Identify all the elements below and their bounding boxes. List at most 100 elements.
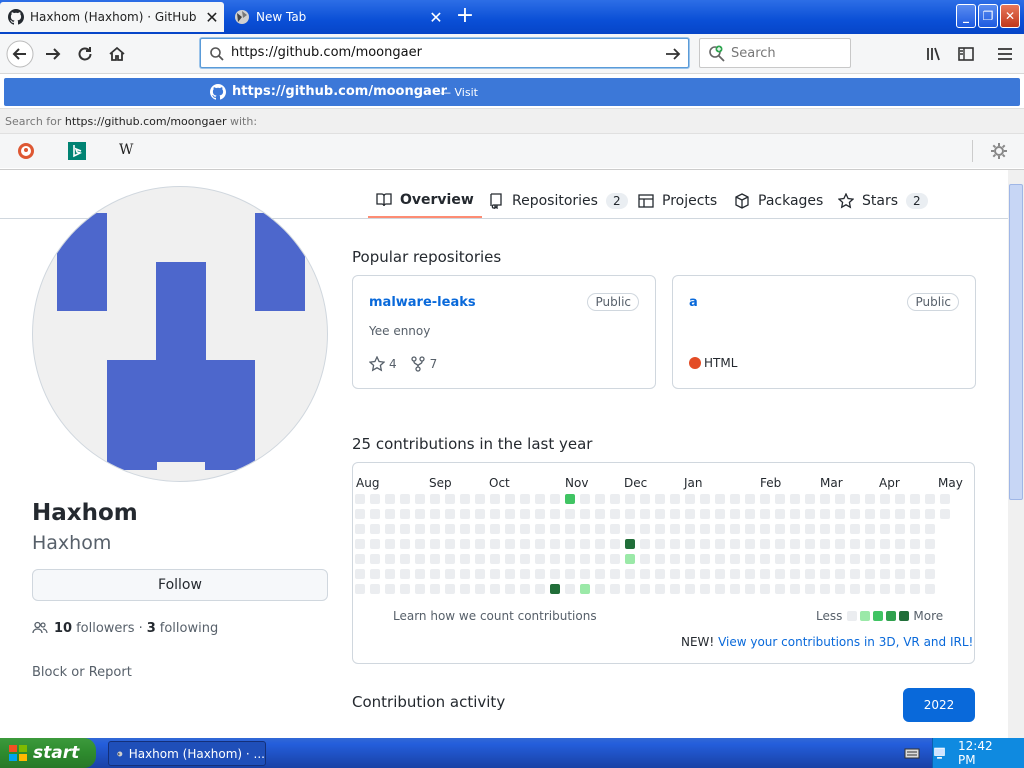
calendar-day[interactable] [730, 509, 740, 519]
calendar-day[interactable] [760, 524, 770, 534]
view-3d-link[interactable]: View your contributions in 3D, VR and IR… [718, 635, 973, 649]
back-button[interactable] [4, 38, 36, 70]
calendar-day[interactable] [385, 554, 395, 564]
year-2022-button[interactable]: 2022 [903, 688, 975, 722]
calendar-day[interactable] [655, 494, 665, 504]
calendar-day[interactable] [775, 509, 785, 519]
calendar-day[interactable] [505, 554, 515, 564]
wikipedia-icon[interactable]: W [119, 142, 137, 160]
calendar-day[interactable] [520, 584, 530, 594]
forks-link[interactable]: 7 [430, 357, 438, 371]
calendar-day[interactable] [625, 569, 635, 579]
calendar-day[interactable] [370, 509, 380, 519]
reload-button[interactable] [69, 38, 101, 70]
calendar-day[interactable] [940, 509, 950, 519]
calendar-day[interactable] [745, 539, 755, 549]
gear-icon[interactable] [990, 142, 1008, 160]
calendar-day[interactable] [565, 509, 575, 519]
calendar-day[interactable] [895, 554, 905, 564]
calendar-day[interactable] [610, 539, 620, 549]
calendar-day[interactable] [640, 524, 650, 534]
calendar-day[interactable] [910, 584, 920, 594]
calendar-day[interactable] [835, 554, 845, 564]
calendar-day[interactable] [865, 524, 875, 534]
calendar-day[interactable] [535, 539, 545, 549]
calendar-day[interactable] [460, 539, 470, 549]
calendar-day[interactable] [505, 539, 515, 549]
calendar-day[interactable] [520, 509, 530, 519]
calendar-day[interactable] [565, 524, 575, 534]
calendar-day[interactable] [775, 584, 785, 594]
calendar-day[interactable] [610, 524, 620, 534]
calendar-day[interactable] [535, 584, 545, 594]
calendar-day[interactable] [400, 554, 410, 564]
calendar-day[interactable] [610, 569, 620, 579]
repo-name-link[interactable]: a [689, 295, 698, 310]
calendar-day[interactable] [670, 554, 680, 564]
calendar-day[interactable] [595, 509, 605, 519]
calendar-day[interactable] [640, 584, 650, 594]
calendar-day[interactable] [625, 509, 635, 519]
calendar-day[interactable] [535, 524, 545, 534]
calendar-day[interactable] [580, 554, 590, 564]
clock[interactable]: 12:42 PM [958, 739, 1010, 767]
calendar-day[interactable] [685, 584, 695, 594]
bing-icon[interactable] [68, 142, 86, 160]
calendar-day[interactable] [715, 554, 725, 564]
calendar-day[interactable] [820, 494, 830, 504]
calendar-day[interactable] [460, 494, 470, 504]
calendar-day[interactable] [475, 524, 485, 534]
calendar-day[interactable] [670, 509, 680, 519]
calendar-day[interactable] [445, 509, 455, 519]
calendar-day[interactable] [550, 584, 560, 594]
scrollbar-thumb[interactable] [1009, 184, 1023, 500]
calendar-day[interactable] [865, 494, 875, 504]
calendar-day[interactable] [385, 509, 395, 519]
follow-button[interactable]: Follow [32, 569, 328, 601]
calendar-day[interactable] [370, 569, 380, 579]
calendar-day[interactable] [925, 584, 935, 594]
calendar-day[interactable] [370, 584, 380, 594]
calendar-day[interactable] [415, 554, 425, 564]
calendar-day[interactable] [685, 569, 695, 579]
calendar-day[interactable] [775, 539, 785, 549]
calendar-day[interactable] [655, 539, 665, 549]
calendar-day[interactable] [400, 584, 410, 594]
calendar-day[interactable] [925, 569, 935, 579]
calendar-day[interactable] [865, 584, 875, 594]
calendar-day[interactable] [895, 569, 905, 579]
calendar-day[interactable] [610, 509, 620, 519]
calendar-day[interactable] [715, 509, 725, 519]
calendar-day[interactable] [400, 509, 410, 519]
calendar-day[interactable] [430, 494, 440, 504]
calendar-day[interactable] [625, 539, 635, 549]
calendar-day[interactable] [715, 494, 725, 504]
calendar-day[interactable] [505, 524, 515, 534]
calendar-day[interactable] [655, 584, 665, 594]
calendar-day[interactable] [520, 494, 530, 504]
calendar-day[interactable] [460, 554, 470, 564]
calendar-day[interactable] [475, 554, 485, 564]
calendar-day[interactable] [535, 509, 545, 519]
repo-name-link[interactable]: malware-leaks [369, 295, 476, 310]
calendar-day[interactable] [535, 569, 545, 579]
calendar-day[interactable] [475, 584, 485, 594]
calendar-day[interactable] [850, 509, 860, 519]
calendar-day[interactable] [385, 569, 395, 579]
calendar-day[interactable] [430, 509, 440, 519]
calendar-day[interactable] [550, 554, 560, 564]
calendar-day[interactable] [595, 494, 605, 504]
calendar-day[interactable] [670, 494, 680, 504]
calendar-day[interactable] [700, 584, 710, 594]
calendar-day[interactable] [490, 569, 500, 579]
sidebar-button[interactable] [950, 38, 982, 70]
calendar-day[interactable] [835, 509, 845, 519]
stars-link[interactable]: 4 [389, 357, 397, 371]
calendar-day[interactable] [685, 524, 695, 534]
menu-button[interactable] [989, 38, 1021, 70]
tab-projects[interactable]: Projects [638, 184, 717, 218]
calendar-day[interactable] [385, 524, 395, 534]
calendar-day[interactable] [760, 539, 770, 549]
calendar-day[interactable] [610, 554, 620, 564]
suggestion-visit-row[interactable]: https://github.com/moongaer — Visit [4, 78, 1020, 106]
